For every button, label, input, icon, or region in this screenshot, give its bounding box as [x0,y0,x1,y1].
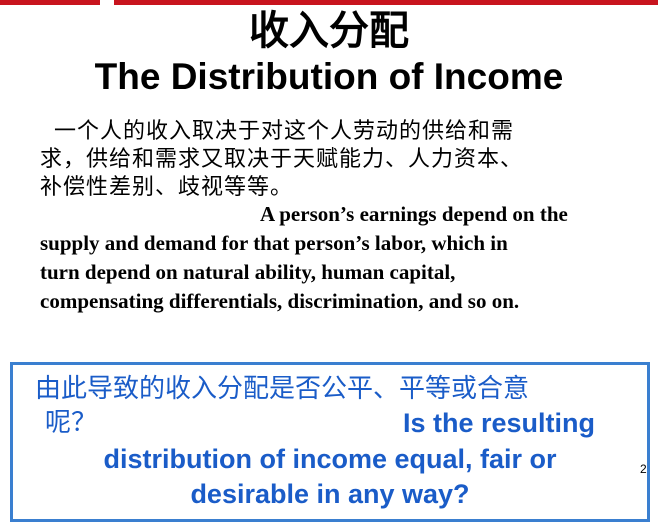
body-paragraph-chinese: 一个人的收入取决于对这个人劳动的供给和需 求，供给和需求又取决于天赋能力、人力资… [40,118,650,202]
page-number: 2 [640,462,647,476]
body-zh-line-1: 一个人的收入取决于对这个人劳动的供给和需 [54,119,515,144]
top-accent-bar [0,0,658,5]
body-en-line-3: turn depend on natural ability, human ca… [40,260,456,284]
body-en-line-1: A person’s earnings depend on the [260,202,568,226]
question-zh-line-2: 呢？ [45,408,98,438]
title-english: The Distribution of Income [94,56,564,97]
question-box: 由此导致的收入分配是否公平、平等或合意 呢？ Is the resulting … [10,362,650,522]
body-zh-line-2: 求，供给和需求又取决于天赋能力、人力资本、 [40,147,524,172]
body-paragraph-english: A person’s earnings depend on the supply… [40,200,658,316]
body-en-line-2: supply and demand for that person’s labo… [40,231,508,255]
question-en-line-1: Is the resulting [403,408,596,438]
title-chinese: 收入分配 [249,8,409,54]
question-en-line-2: distribution of income equal, fair or [103,444,557,474]
body-zh-line-3: 补偿性差别、歧视等等。 [40,175,294,200]
question-zh-line-1: 由此导致的收入分配是否公平、平等或合意 [35,374,530,404]
body-en-line-4: compensating differentials, discriminati… [40,289,520,313]
question-en-line-3: desirable in any way? [190,479,470,509]
